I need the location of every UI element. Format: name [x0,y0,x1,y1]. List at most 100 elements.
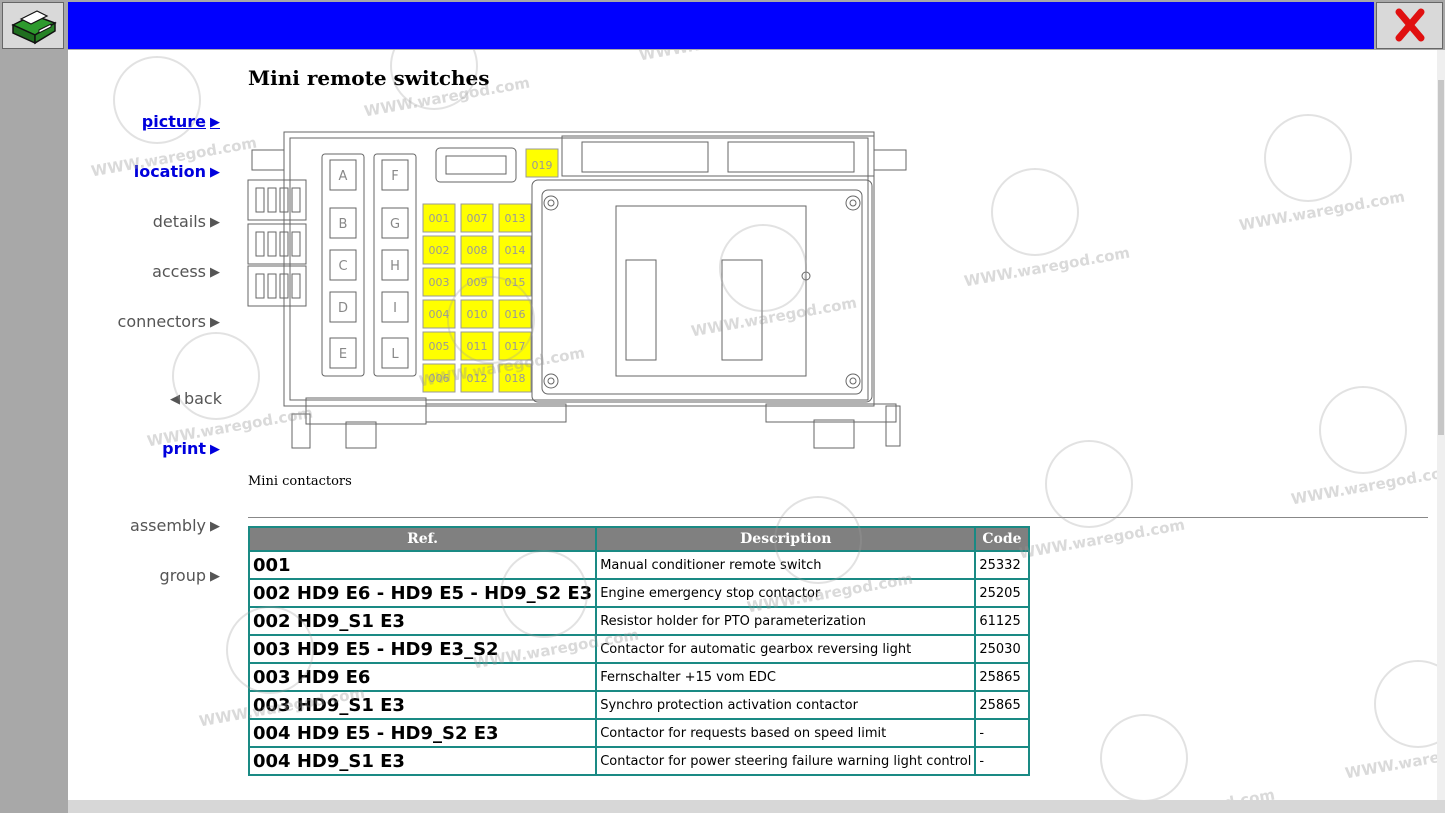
cell-code: 25865 [974,662,1030,692]
title-bar [68,2,1374,49]
mini-switch-label: 003 [429,276,450,289]
cell-ref: 002 HD9 E6 - HD9 E5 - HD9_S2 E3 [247,578,598,608]
mini-switch-label: 015 [505,276,526,289]
table-row[interactable]: 001 Manual conditioner remote switch 25332 [247,550,1030,580]
watermark-text: WWW.waregod.com [1237,187,1407,235]
mini-switch-label: 001 [429,212,450,225]
fuse-label-left: E [339,347,347,362]
nav-details-label: details [152,212,206,231]
cell-ref: 003 HD9 E5 - HD9 E3_S2 [247,634,598,664]
table-row[interactable]: 003 HD9_S1 E3 Synchro protection activati… [247,690,1030,720]
mini-switch-label: 010 [467,308,488,321]
cell-description: Contactor for automatic gearbox reversin… [595,634,977,664]
mini-switch-label: 017 [505,340,526,353]
triangle-right-icon: ▶ [210,265,220,280]
table-row[interactable]: 004 HD9 E5 - HD9_S2 E3 Contactor for requ… [247,718,1030,748]
watermark-text: WWW.waregod.com [1343,735,1437,783]
table-row[interactable]: 004 HD9_S1 E3 Contactor for power steerin… [247,746,1030,776]
table-row[interactable]: 003 HD9 E5 - HD9 E3_S2 Contactor for auto… [247,634,1030,664]
mini-switch-label: 016 [505,308,526,321]
watermark-seal [1374,660,1437,748]
nav-picture-label: picture [141,112,206,131]
column-header-description: Description [595,526,977,552]
cell-code: 25332 [974,550,1030,580]
nav-assembly-label: assembly [130,516,206,535]
mini-switch-label: 011 [467,340,488,353]
watermark-seal [1045,440,1133,528]
scrollbar-thumb[interactable] [1438,80,1444,435]
triangle-right-icon: ▶ [210,215,220,230]
cell-ref: 004 HD9 E5 - HD9_S2 E3 [247,718,598,748]
cell-ref: 003 HD9_S1 E3 [247,690,598,720]
triangle-right-icon: ▶ [210,519,220,534]
table-row[interactable]: 002 HD9 E6 - HD9 E5 - HD9_S2 E3 Engine em… [247,578,1030,608]
cell-code: 25865 [974,690,1030,720]
nav-picture[interactable]: picture ▶ [68,112,220,131]
divider [248,517,1428,518]
nav-details[interactable]: details ▶ [68,212,220,231]
watermark-seal [1264,114,1352,202]
column-header-ref: Ref. [247,526,598,552]
nav-location[interactable]: location ▶ [68,162,220,181]
watermark-seal [1319,386,1407,474]
nav-back[interactable]: ◀ back [68,389,222,408]
printer-icon [11,10,57,45]
left-gutter [0,0,68,813]
mini-switch-label: 012 [467,372,488,385]
cell-description: Manual conditioner remote switch [595,550,977,580]
cell-ref: 003 HD9 E6 [247,662,598,692]
nav-access[interactable]: access ▶ [68,262,220,281]
fuse-label-left: B [339,217,348,232]
watermark-seal [991,168,1079,256]
cell-description: Resistor holder for PTO parameterization [595,606,977,636]
cell-description: Synchro protection activation contactor [595,690,977,720]
fuse-label-left: D [338,301,348,316]
triangle-right-icon: ▶ [210,569,220,584]
triangle-right-icon: ▶ [210,315,220,330]
mini-switch-label: 009 [467,276,488,289]
fuse-label-right: L [391,347,399,362]
nav-access-label: access [152,262,206,281]
nav-connectors[interactable]: connectors ▶ [68,312,220,331]
mini-switch-label: 013 [505,212,526,225]
table-row[interactable]: 003 HD9 E6 Fernschalter +15 vom EDC 25865 [247,662,1030,692]
watermark-text: WWW.waregod.com [1017,515,1187,563]
horizontal-scrollbar[interactable] [68,800,1445,813]
mini-switch-label: 002 [429,244,450,257]
nav-group-label: group [159,566,206,585]
table-header-row: Ref. Description Code [247,526,1030,552]
fuse-box-diagram: A B C D E F G H I L 001 007 013002 008 01400… [247,131,907,449]
fuse-label-right: I [393,301,397,316]
cell-ref: 002 HD9_S1 E3 [247,606,598,636]
page-title: Mini remote switches [248,66,490,90]
mini-switch-label: 014 [505,244,526,257]
nav-connectors-label: connectors [117,312,206,331]
diagram-caption: Mini contactors [248,474,352,489]
fuse-label-right: G [390,217,400,232]
watermark-text: WWW.waregod.com [1108,786,1277,800]
mini-switch-label: 008 [467,244,488,257]
cell-code: 25030 [974,634,1030,664]
mini-switch-label: 007 [467,212,488,225]
close-button[interactable] [1376,2,1443,49]
table-row[interactable]: 002 HD9_S1 E3 Resistor holder for PTO par… [247,606,1030,636]
mini-switch-grid: 001 007 013 002 008 014 003 009 015 004 010 016 005 0… [422,203,532,393]
nav-location-label: location [133,162,206,181]
triangle-right-icon: ▶ [210,442,220,457]
cell-code: - [974,718,1030,748]
column-header-code: Code [974,526,1030,552]
cell-description: Contactor for power steering failure war… [595,746,977,776]
fuse-label-left: C [338,259,347,274]
cell-code: 25205 [974,578,1030,608]
cell-description: Fernschalter +15 vom EDC [595,662,977,692]
triangle-left-icon: ◀ [169,392,180,407]
nav-assembly[interactable]: assembly ▶ [68,516,220,535]
nav-print[interactable]: print ▶ [68,439,220,458]
watermark-text: WWW.waregod.com [638,50,807,64]
mini-switch-label: 004 [429,308,450,321]
content-page: picture ▶ location ▶ details ▶ access ▶ conn… [68,50,1437,800]
nav-group[interactable]: group ▶ [68,566,220,585]
printer-button[interactable] [2,2,64,49]
mini-switch-label: 019 [532,159,553,172]
nav-back-label: back [183,389,222,408]
